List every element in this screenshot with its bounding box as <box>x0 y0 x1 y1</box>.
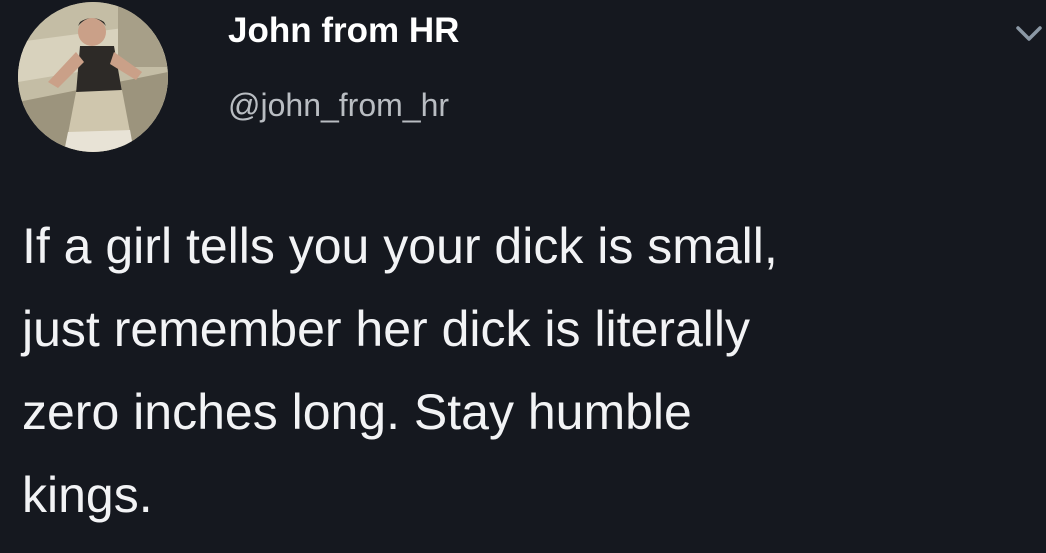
tweet-text-line: kings. <box>22 467 153 523</box>
avatar-photo <box>18 2 168 152</box>
tweet-text: If a girl tells you your dick is small, … <box>22 205 1042 537</box>
author-handle[interactable]: @john_from_hr <box>228 86 449 124</box>
tweet-text-line: zero inches long. Stay humble <box>22 384 692 440</box>
tweet-text-line: If a girl tells you your dick is small, <box>22 218 778 274</box>
tweet-card: John from HR @john_from_hr If a girl tel… <box>0 0 1046 553</box>
avatar[interactable] <box>18 2 168 152</box>
tweet-text-line: just remember her dick is literally <box>22 301 750 357</box>
chevron-down-icon[interactable] <box>1012 18 1046 48</box>
author-display-name[interactable]: John from HR <box>228 10 459 52</box>
